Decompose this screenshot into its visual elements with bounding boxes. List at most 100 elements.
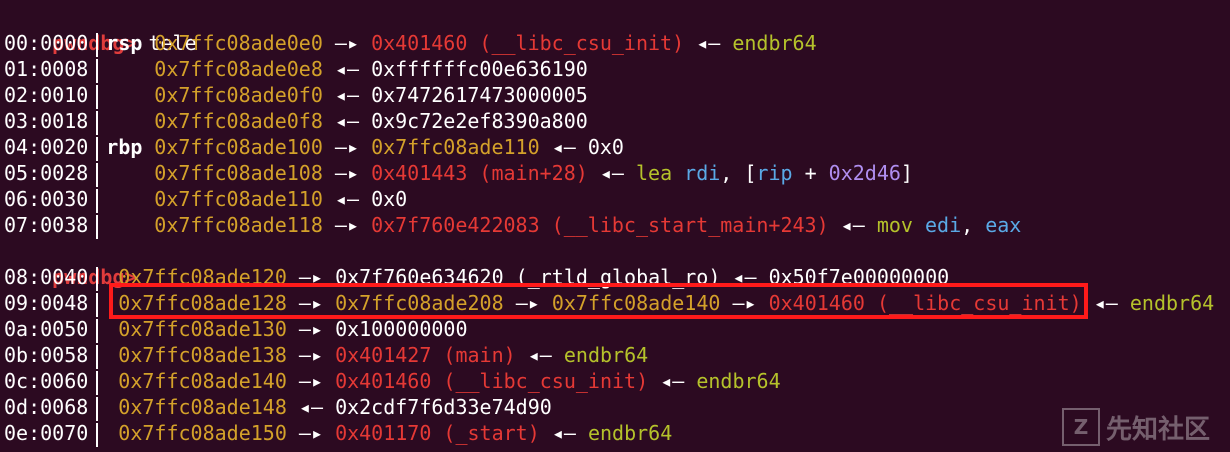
chain-value: + bbox=[792, 161, 829, 185]
stack-address: 0x7ffc08ade108 bbox=[154, 161, 323, 185]
chain-value: 0x0 bbox=[371, 187, 408, 211]
stack-address: 0x7ffc08ade0f8 bbox=[154, 109, 323, 133]
chain-value: 0x401460 (__libc_csu_init) bbox=[335, 369, 649, 393]
stack-offset: 00:0000 bbox=[4, 31, 89, 55]
chain-value: endbr64 bbox=[587, 421, 673, 445]
chain-value: rdi bbox=[684, 161, 721, 185]
stack-row: 01:0008 0x7ffc08ade0e8 ◂— 0xffffffc00e63… bbox=[4, 56, 588, 83]
chain-value: endbr64 bbox=[732, 31, 817, 55]
stack-offset: 07:0038 bbox=[4, 213, 89, 237]
chain-value: mov bbox=[876, 213, 925, 237]
stack-address: 0x7ffc08ade0e8 bbox=[154, 57, 323, 81]
chain-value: 0x2d46 bbox=[828, 161, 901, 185]
register-label: rbp bbox=[106, 135, 143, 159]
back-arrow-icon: ◂— bbox=[527, 343, 552, 367]
prompt-line-2: pwndbg> bbox=[4, 238, 136, 289]
register-label bbox=[106, 108, 154, 134]
separator bbox=[96, 84, 99, 109]
chain-value: 0x2cdf7f6d33e74d90 bbox=[335, 395, 552, 419]
stack-row: 04:0020 rbp 0x7ffc08ade100 —▸ 0x7ffc08ade1… bbox=[4, 134, 624, 161]
back-arrow-icon: ◂— bbox=[334, 57, 360, 81]
stack-row: 07:0038 0x7ffc08ade118 —▸ 0x7f760e422083… bbox=[4, 212, 1022, 239]
chain-value: 0x401443 (main+28) bbox=[371, 161, 588, 185]
chain-value: 0x100000000 bbox=[335, 317, 468, 341]
stack-row: 0a:0050 0x7ffc08ade130 —▸ 0x100000000 bbox=[4, 316, 468, 343]
separator bbox=[96, 136, 99, 161]
chain-value: edi bbox=[924, 213, 962, 237]
stack-row: 00:0000 rsp 0x7ffc08ade0e0 —▸ 0x401460 (__… bbox=[4, 30, 817, 57]
stack-offset: 03:0018 bbox=[4, 109, 89, 133]
chain-value: endbr64 bbox=[563, 343, 649, 367]
chain-value: 0x401170 (_start) bbox=[335, 421, 540, 445]
stack-address: 0x7ffc08ade138 bbox=[118, 343, 287, 367]
chain-value: lea bbox=[636, 161, 685, 185]
register-label bbox=[106, 212, 154, 238]
stack-row: 05:0028 0x7ffc08ade108 —▸ 0x401443 (main… bbox=[4, 160, 913, 187]
chain-value: eax bbox=[985, 213, 1022, 237]
stack-offset: 0c:0060 bbox=[4, 369, 89, 393]
stack-address: 0x7ffc08ade148 bbox=[118, 395, 287, 419]
stack-address: 0x7ffc08ade0f0 bbox=[154, 83, 323, 107]
stack-address: 0x7ffc08ade130 bbox=[118, 317, 287, 341]
chain-value: 0x9c72e2ef8390a800 bbox=[371, 109, 588, 133]
separator bbox=[96, 370, 99, 395]
separator bbox=[96, 110, 99, 135]
arrow-icon: —▸ bbox=[334, 213, 360, 237]
separator bbox=[96, 214, 99, 239]
arrow-icon: —▸ bbox=[298, 317, 324, 341]
separator bbox=[96, 396, 99, 421]
stack-row: 0b:0058 0x7ffc08ade138 —▸ 0x401427 (main)… bbox=[4, 342, 649, 369]
arrow-icon: —▸ bbox=[334, 135, 360, 159]
separator bbox=[96, 292, 99, 317]
chain-value: endbr64 bbox=[696, 369, 781, 393]
chain-value: rip bbox=[756, 161, 793, 185]
arrow-icon: —▸ bbox=[334, 161, 360, 185]
arrow-icon: —▸ bbox=[298, 421, 324, 445]
stack-address: 0x7ffc08ade140 bbox=[118, 369, 287, 393]
stack-address: 0x7ffc08ade110 bbox=[154, 187, 323, 211]
separator bbox=[96, 58, 99, 83]
chain-value: endbr64 bbox=[1129, 291, 1215, 315]
stack-row: 02:0010 0x7ffc08ade0f0 ◂— 0x747261747300… bbox=[4, 82, 588, 109]
stack-address: 0x7ffc08ade0e0 bbox=[154, 31, 323, 55]
stack-address: 0x7ffc08ade118 bbox=[154, 213, 323, 237]
back-arrow-icon: ◂— bbox=[840, 213, 865, 237]
arrow-icon: —▸ bbox=[298, 369, 324, 393]
back-arrow-icon: ◂— bbox=[334, 83, 360, 107]
stack-offset: 09:0048 bbox=[4, 291, 89, 315]
back-arrow-icon: ◂— bbox=[334, 109, 360, 133]
back-arrow-icon: ◂— bbox=[334, 187, 360, 211]
separator bbox=[96, 32, 99, 57]
back-arrow-icon: ◂— bbox=[1093, 291, 1118, 315]
back-arrow-icon: ◂— bbox=[660, 369, 685, 393]
register-label: rsp bbox=[106, 31, 143, 55]
register-label bbox=[106, 56, 154, 82]
terminal-window[interactable]: pwndbg> tele 00:0000 rsp 0x7ffc08ade0e0 —▸… bbox=[0, 0, 1230, 452]
stack-offset: 04:0020 bbox=[4, 135, 89, 159]
stack-offset: 06:0030 bbox=[4, 187, 89, 211]
stack-row: 0e:0070 0x7ffc08ade150 —▸ 0x401170 (_star… bbox=[4, 420, 673, 447]
stack-offset: 0d:0068 bbox=[4, 395, 89, 419]
stack-row: 0c:0060 0x7ffc08ade140 —▸ 0x401460 (__lib… bbox=[4, 368, 781, 395]
chain-value: 0x7472617473000005 bbox=[371, 83, 588, 107]
stack-offset: 08:0040 bbox=[4, 265, 89, 289]
highlight-box bbox=[109, 283, 1088, 319]
register-label bbox=[106, 82, 154, 108]
stack-row: 0d:0068 0x7ffc08ade148 ◂— 0x2cdf7f6d33e74… bbox=[4, 394, 552, 421]
separator bbox=[96, 318, 99, 343]
stack-offset: 01:0008 bbox=[4, 57, 89, 81]
chain-value: , bbox=[961, 213, 986, 237]
chain-value: 0x0 bbox=[587, 135, 624, 159]
back-arrow-icon: ◂— bbox=[298, 395, 324, 419]
chain-value: 0x401460 (__libc_csu_init) bbox=[371, 31, 685, 55]
stack-offset: 0b:0058 bbox=[4, 343, 89, 367]
register-label bbox=[106, 186, 154, 212]
chain-value: 0x7ffc08ade110 bbox=[371, 135, 540, 159]
chain-value: 0x7f760e422083 (__libc_start_main+243) bbox=[371, 213, 829, 237]
chain-value: 0xffffffc00e636190 bbox=[371, 57, 588, 81]
register-label bbox=[106, 160, 154, 186]
arrow-icon: —▸ bbox=[334, 31, 360, 55]
separator bbox=[96, 188, 99, 213]
stack-offset: 05:0028 bbox=[4, 161, 89, 185]
back-arrow-icon: ◂— bbox=[551, 135, 576, 159]
